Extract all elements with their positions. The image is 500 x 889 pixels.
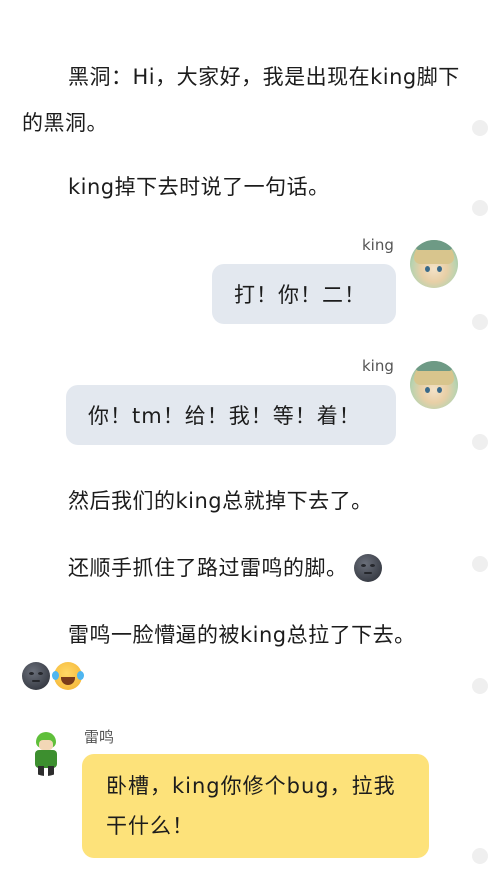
scroll-dot — [472, 848, 488, 864]
leiming-avatar[interactable] — [22, 728, 70, 776]
story-paragraph-2: king掉下去时说了一句话。 — [68, 175, 330, 199]
sender-name-king-1: king — [362, 236, 394, 254]
story-paragraph-3: 然后我们的king总就掉下去了。 — [68, 489, 373, 513]
message-bubble-king-1[interactable]: 打！你！二！ — [212, 264, 396, 324]
king-avatar[interactable] — [410, 361, 458, 409]
scroll-dot — [472, 314, 488, 330]
sender-name-king-2: king — [362, 357, 394, 375]
story-paragraph-5: 雷鸣一脸懵逼的被king总拉了下去。 — [68, 623, 416, 647]
tears-of-joy-icon — [52, 662, 84, 690]
scroll-dot — [472, 434, 488, 450]
scroll-dot — [472, 556, 488, 572]
scroll-dot — [472, 120, 488, 136]
story-paragraph-4-text: 还顺手抓住了路过雷鸣的脚。 — [68, 556, 348, 580]
emoji-row — [22, 662, 84, 690]
new-moon-face-icon — [22, 662, 50, 690]
story-paragraph-4: 还顺手抓住了路过雷鸣的脚。 — [68, 545, 468, 591]
story-paragraph-1: 黑洞：Hi，大家好，我是出现在king脚下的黑洞。 — [22, 65, 460, 135]
message-bubble-king-2[interactable]: 你！tm！给！我！等！着！ — [66, 385, 396, 445]
sender-name-leiming: 雷鸣 — [84, 728, 115, 746]
king-avatar[interactable] — [410, 240, 458, 288]
message-bubble-leiming[interactable]: 卧槽，king你修个bug，拉我干什么！ — [82, 754, 429, 858]
scroll-dot — [472, 678, 488, 694]
scroll-dot — [472, 200, 488, 216]
new-moon-face-icon — [353, 554, 382, 582]
